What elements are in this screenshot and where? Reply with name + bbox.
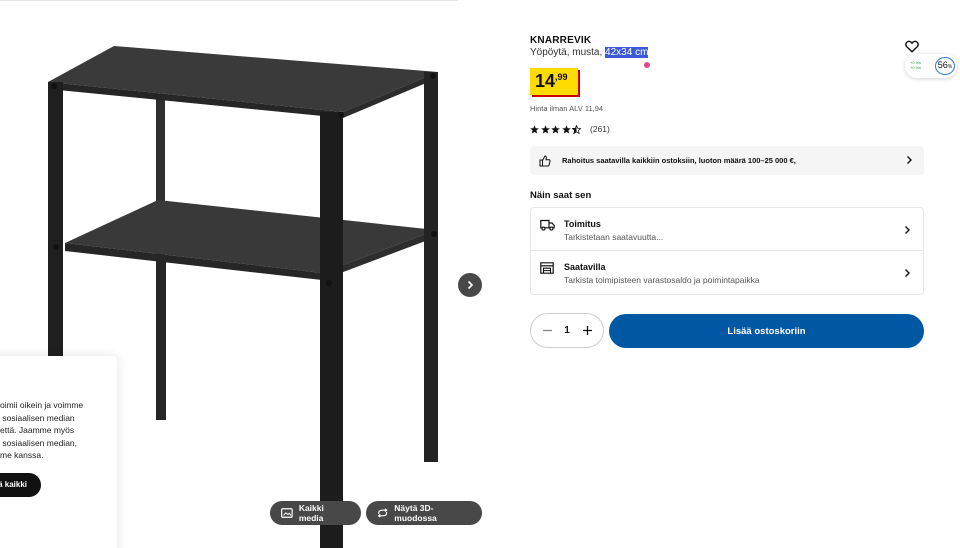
half-star-icon — [572, 124, 581, 134]
availability-title: Saatavilla — [564, 262, 606, 272]
widget-stat-2: +0 h/s — [910, 65, 922, 70]
fulfilment-options: Toimitus Tarkistetaan saatavuutta... Saa… — [530, 207, 924, 295]
delivery-option[interactable]: Toimitus Tarkistetaan saatavuutta... — [531, 208, 923, 251]
chevron-right-icon — [905, 226, 910, 234]
cookie-consent-panel: oimii oikein ja voimme sosiaalisen media… — [0, 356, 117, 548]
financing-banner[interactable]: Rahoitus saatavilla kaikkiin ostoksiin, … — [530, 146, 924, 175]
truck-icon — [540, 219, 555, 231]
chevron-right-icon — [467, 280, 474, 290]
rating-stars — [530, 124, 581, 134]
price-tag: 14 ,99 — [530, 68, 578, 95]
rotate-3d-icon — [377, 508, 388, 518]
cursor-marker — [644, 62, 650, 68]
widget-percent: 56% — [935, 57, 955, 75]
store-availability-option[interactable]: Saatavilla Tarkista toimipisteen varasto… — [531, 251, 923, 294]
financing-text: Rahoitus saatavilla kaikkiin ostoksiin, … — [562, 156, 796, 165]
product-name: KNARREVIK — [530, 35, 592, 46]
availability-subtitle: Tarkista toimipisteen varastosaldo ja po… — [564, 275, 760, 285]
increase-quantity-button[interactable] — [581, 325, 593, 337]
quantity-stepper: 1 — [530, 313, 604, 348]
rating[interactable]: (261) — [530, 124, 610, 134]
quantity-value[interactable]: 1 — [564, 325, 570, 336]
star-icon — [551, 124, 560, 134]
decrease-quantity-button[interactable] — [541, 325, 553, 337]
all-media-button[interactable]: Kaikki media — [270, 501, 361, 525]
gallery-icon — [281, 508, 293, 518]
minus-icon — [542, 329, 552, 332]
chevron-right-icon — [905, 269, 910, 277]
widget-stats: +0 h/s +0 h/s — [910, 60, 921, 70]
widget-percent-value: 56 — [937, 60, 948, 70]
widget-percent-suffix: % — [947, 64, 953, 70]
extension-widget[interactable]: +0 h/s +0 h/s 56% — [905, 54, 957, 78]
star-icon — [540, 124, 550, 134]
accept-all-button[interactable]: ä kaikki — [0, 473, 41, 497]
description-text: Yöpöytä, musta, — [530, 47, 606, 58]
plus-icon — [582, 326, 592, 335]
cookie-text: oimii oikein ja voimme sosiaalisen media… — [0, 400, 84, 461]
view-3d-label: Näytä 3D-muodossa — [394, 503, 437, 523]
rating-count: (261) — [590, 124, 610, 134]
all-media-label: Kaikki media — [298, 503, 324, 523]
next-image-button[interactable] — [458, 273, 482, 297]
fulfilment-heading: Näin saat sen — [530, 190, 592, 201]
price-excluding-vat: Hinta ilman ALV 11,94 — [530, 104, 604, 113]
product-description: Yöpöytä, musta, 42x34 cm — [530, 47, 649, 58]
price-integer: 14 — [535, 71, 556, 91]
delivery-title: Toimitus — [564, 219, 601, 229]
price-decimals: ,99 — [555, 72, 568, 82]
delivery-subtitle: Tarkistetaan saatavuutta... — [564, 232, 664, 242]
add-to-cart-button[interactable]: Lisää ostoskoriin — [609, 314, 924, 348]
heart-icon[interactable] — [905, 40, 919, 53]
chevron-right-icon — [907, 156, 912, 164]
star-icon — [561, 124, 571, 134]
store-icon — [540, 262, 554, 274]
thumbs-up-icon — [539, 154, 551, 166]
view-3d-button[interactable]: Näytä 3D-muodossa — [366, 501, 482, 525]
star-icon — [530, 124, 539, 134]
size-highlight: 42x34 cm — [605, 47, 649, 58]
